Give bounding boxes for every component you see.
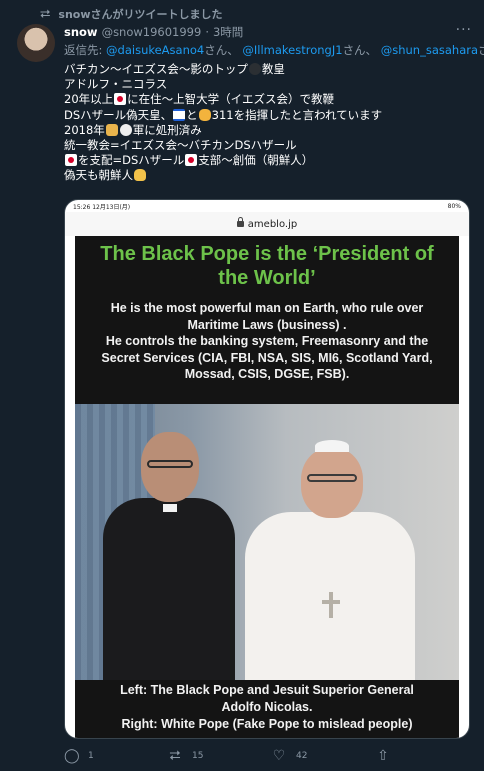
- mention-suffix: さん、: [204, 43, 239, 57]
- tweet-media[interactable]: 15:26 12月13日(月) 80% ameblo.jp The Black …: [64, 199, 470, 739]
- japan-flag-emoji: [65, 154, 77, 167]
- tweet-line-text: バチカン〜イエズス会〜影のトップ: [64, 62, 248, 76]
- poster-body-line: He controls the banking system, Freemaso…: [105, 334, 429, 348]
- poster-caption: Left: The Black Pope and Jesuit Superior…: [75, 682, 459, 733]
- tweet-line-text: 統一教会=イエズス会〜バチカンDSハザール: [64, 138, 297, 153]
- tweet-line-text: に在住〜上智大学（イエズス会）で教鞭: [127, 92, 335, 107]
- reply-mention[interactable]: @daisukeAsano4: [106, 43, 204, 57]
- poster-caption-line: Adolfo Nicolas.: [221, 700, 313, 714]
- retweet-icon: ⮂: [40, 6, 51, 22]
- israel-flag-emoji: [173, 108, 186, 121]
- like-icon: ♡: [272, 748, 286, 764]
- badge-emoji: [105, 123, 118, 136]
- poster-caption-line: Right: White Pope (Fake Pope to mislead …: [121, 717, 413, 731]
- poster-body-line: Mossad, CSIS, DGSE, FSB).: [184, 367, 350, 381]
- tweet-line-text: 20年以上: [64, 92, 114, 107]
- retweet-button[interactable]: ⮂ 15: [168, 748, 272, 764]
- tweet-line-text: 教皇: [261, 62, 285, 76]
- poster-body: He is the most powerful man on Earth, wh…: [83, 300, 451, 383]
- tweet-line: 20年以上 に在住〜上智大学（イエズス会）で教鞭: [64, 92, 474, 107]
- zucchetto: [315, 440, 349, 452]
- tweet-line: 2018年 軍に処刑済み: [64, 123, 474, 138]
- pectoral-cross: [329, 592, 333, 618]
- reply-mention[interactable]: @IllmakestrongJ1: [242, 43, 342, 57]
- black-cassock: [103, 498, 235, 680]
- poster-title-line: the World’: [218, 267, 316, 289]
- retweet-context[interactable]: ⮂ snowさんがリツイートしました: [40, 6, 223, 22]
- person-left: [103, 432, 235, 680]
- poster-caption-line: Left: The Black Pope and Jesuit Superior…: [120, 683, 414, 697]
- mention-suffix: さん: [478, 43, 484, 57]
- reply-button[interactable]: ◯ 1: [64, 748, 168, 764]
- tweet-line: アドルフ・ニコラス: [64, 77, 474, 92]
- lock-icon: [236, 217, 244, 227]
- tweet-text: バチカン〜イエズス会〜影のトップ 教皇 アドルフ・ニコラス 20年以上 に在住〜上智…: [64, 62, 474, 184]
- tweet-line: バチカン〜イエズス会〜影のトップ 教皇: [64, 62, 474, 77]
- tweet-line-text: 偽天も朝鮮人: [64, 168, 133, 183]
- tweet-line: DSハザール偽天皇、と 311を指揮したと言われています: [64, 108, 474, 123]
- japan-flag-emoji: [114, 93, 127, 106]
- japan-flag-emoji: [185, 154, 198, 167]
- tweet-line: を支配=DSハザール 支部〜創価（朝鮮人）: [64, 153, 474, 168]
- reply-mention[interactable]: @shun_sasahara: [381, 43, 478, 57]
- tweet-line: 偽天も朝鮮人: [64, 168, 474, 183]
- glasses-right: [307, 474, 357, 482]
- photo: [75, 404, 459, 680]
- reply-count: 1: [88, 751, 94, 761]
- reply-prefix: 返信先:: [64, 43, 103, 57]
- poster-title: The Black Pope is the ‘President of the …: [75, 242, 459, 290]
- pray-emoji: [134, 169, 146, 182]
- tweet-line-text: 2018年: [64, 122, 105, 137]
- tweet-line-text: 軍に処刑済み: [132, 122, 202, 137]
- phone-status-bar: 15:26 12月13日(月) 80%: [65, 200, 469, 212]
- tweet-line-text: DSハザール偽天皇、: [64, 107, 173, 122]
- like-count: 42: [296, 751, 308, 761]
- tweet-timestamp[interactable]: 3時間: [213, 24, 243, 40]
- more-icon[interactable]: ···: [456, 22, 472, 38]
- head-right: [301, 448, 363, 518]
- tweet-line-text: 311を指揮したと言われています: [211, 107, 383, 122]
- tweet-line-text: と: [186, 107, 198, 122]
- status-time: 15:26 12月13日(月): [73, 203, 131, 211]
- tweet-actions: ◯ 1 ⮂ 15 ♡ 42 ⇧: [64, 746, 468, 766]
- pectoral-cross-bar: [322, 600, 340, 604]
- retweet-count: 15: [192, 751, 204, 761]
- author-handle[interactable]: @snow19601999: [102, 25, 202, 39]
- tweet-line-text: 支部〜創価（朝鮮人）: [198, 153, 314, 168]
- reply-icon: ◯: [64, 748, 80, 764]
- url-text: ameblo.jp: [247, 218, 298, 230]
- tweet-line-text: アドルフ・ニコラス: [64, 77, 168, 92]
- person-right: [245, 440, 415, 680]
- like-button[interactable]: ♡ 42: [272, 748, 376, 764]
- tweet-line-text: を支配=DSハザール: [78, 153, 185, 168]
- poster-title-line: The Black Pope is the ‘President of: [100, 243, 434, 265]
- clerical-collar: [163, 504, 177, 512]
- avatar[interactable]: [17, 24, 55, 62]
- glasses-left: [147, 460, 193, 468]
- author-name[interactable]: snow: [64, 25, 98, 39]
- white-circle-emoji: [119, 123, 132, 136]
- retweet-context-text: snowさんがリツイートしました: [58, 8, 223, 21]
- share-button[interactable]: ⇧: [376, 748, 406, 764]
- mention-suffix: さん、: [342, 43, 378, 57]
- poster-body-line: Secret Services (CIA, FBI, NSA, SIS, MI6…: [101, 350, 433, 365]
- header-separator: ·: [205, 25, 209, 39]
- poster-image: The Black Pope is the ‘President of the …: [75, 236, 459, 738]
- tweet-header: snow @snow19601999 · 3時間: [64, 24, 474, 40]
- browser-url-bar: ameblo.jp: [65, 212, 469, 236]
- poster-body-line: He is the most powerful man on Earth, wh…: [110, 301, 424, 315]
- handshake-emoji: [198, 108, 211, 121]
- dark-circle-emoji: [248, 63, 261, 75]
- reply-to-line: 返信先: @daisukeAsano4さん、 @IllmakestrongJ1さ…: [64, 42, 484, 58]
- share-icon: ⇧: [377, 748, 389, 764]
- tweet-line: 統一教会=イエズス会〜バチカンDSハザール: [64, 138, 474, 153]
- poster-body-line: Maritime Laws (business) .: [187, 317, 347, 332]
- status-battery: 80%: [447, 202, 461, 210]
- retweet-icon: ⮂: [169, 748, 181, 764]
